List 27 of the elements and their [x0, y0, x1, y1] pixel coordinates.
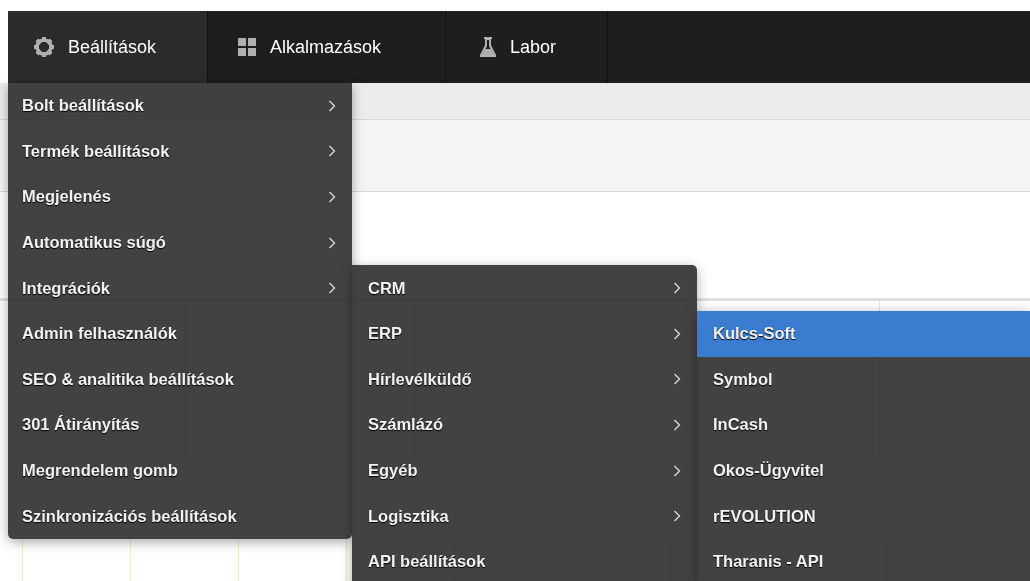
nav-tab[interactable]: Beállítások: [8, 11, 208, 83]
menu-item[interactable]: Logisztika: [352, 493, 697, 539]
gear-icon: [34, 37, 54, 57]
menu-item[interactable]: Kulcs-Soft: [697, 310, 1030, 357]
menu-item[interactable]: Symbol: [697, 356, 1030, 403]
menu-item[interactable]: Admin felhasználók: [8, 310, 352, 357]
menu-item[interactable]: Termék beállítások: [8, 128, 352, 175]
menu-item[interactable]: Megrendelem gomb: [8, 447, 352, 494]
menu-item[interactable]: Integrációk: [8, 265, 352, 311]
menu-item[interactable]: Bolt beállítások: [8, 83, 352, 129]
menu-item[interactable]: Megjelenés: [8, 174, 352, 220]
menu-item[interactable]: API beállítások: [352, 538, 697, 581]
menu-item[interactable]: InCash: [697, 402, 1030, 448]
menu-item[interactable]: SEO & analitika beállítások: [8, 356, 352, 403]
menu-item[interactable]: 301 Átirányítás: [8, 402, 352, 448]
menu-item[interactable]: ERP: [352, 310, 697, 357]
menu-item[interactable]: Automatikus súgó: [8, 219, 352, 266]
menu-item[interactable]: Tharanis - API: [697, 538, 1030, 581]
flask-icon: [480, 37, 496, 57]
menu-item[interactable]: Okos-Ügyvitel: [697, 447, 1030, 494]
menu-item[interactable]: Számlázó: [352, 402, 697, 448]
menu-item[interactable]: rEVOLUTION: [697, 493, 1030, 539]
menu-item[interactable]: Hírlevélküldő: [352, 356, 697, 403]
grid-icon: [238, 38, 256, 56]
menu-item[interactable]: Szinkronizációs beállítások: [8, 493, 352, 539]
menu-item[interactable]: CRM: [352, 265, 697, 311]
menu-item[interactable]: Egyéb: [352, 447, 697, 494]
